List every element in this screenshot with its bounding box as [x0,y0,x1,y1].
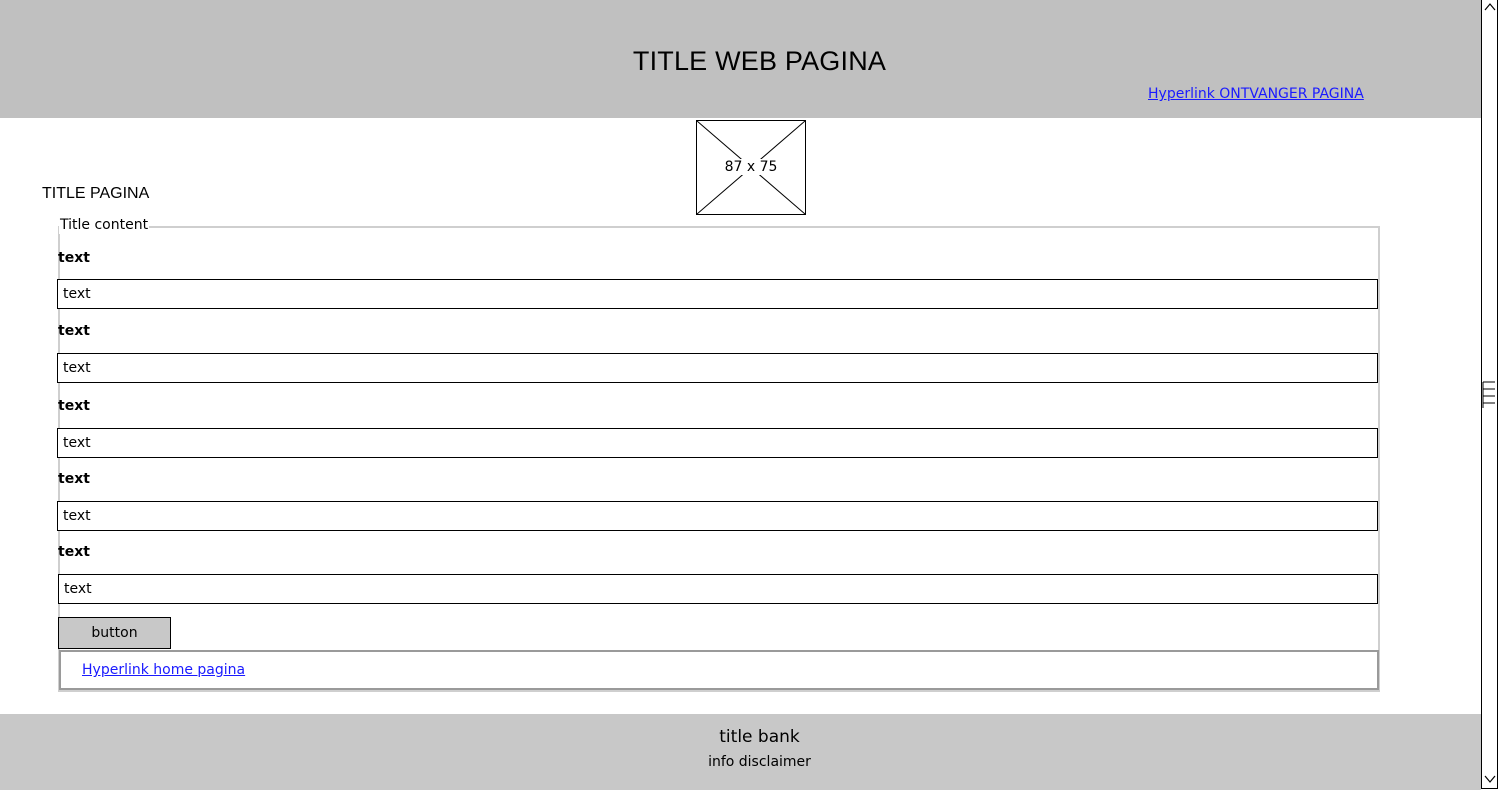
text-input-5[interactable] [58,574,1378,604]
field-label-2: text [58,323,90,339]
chevron-up-icon [1484,3,1496,11]
submit-button[interactable]: button [58,617,171,649]
scroll-down-button[interactable] [1482,772,1498,786]
footer-disclaimer: info disclaimer [708,754,811,770]
home-link-box [59,650,1379,690]
footer-title: title bank [719,727,800,747]
field-label-1: text [58,250,90,266]
image-placeholder: 87 x 75 [696,120,806,215]
scroll-thumb[interactable] [1482,380,1496,410]
field-label-4: text [58,471,90,487]
vertical-scrollbar[interactable] [1481,0,1498,789]
field-label-3: text [58,398,90,414]
text-input-1[interactable] [57,279,1378,309]
fieldset-legend: Title content [59,216,150,234]
text-input-2[interactable] [57,353,1378,383]
field-label-5: text [58,544,90,560]
site-title: TITLE WEB PAGINA [632,46,887,76]
text-input-3[interactable] [57,428,1378,458]
home-page-link[interactable]: Hyperlink home pagina [82,662,245,678]
text-input-4[interactable] [57,501,1378,531]
ontvanger-page-link[interactable]: Hyperlink ONTVANGER PAGINA [1148,86,1364,102]
scroll-up-button[interactable] [1482,0,1498,14]
footer [0,714,1481,790]
chevron-down-icon [1484,775,1496,783]
scroll-grip-icon [1482,381,1495,408]
image-size-label: 87 x 75 [723,159,779,175]
page-title: TITLE PAGINA [42,185,150,202]
page: TITLE WEB PAGINA Hyperlink ONTVANGER PAG… [0,0,1500,790]
